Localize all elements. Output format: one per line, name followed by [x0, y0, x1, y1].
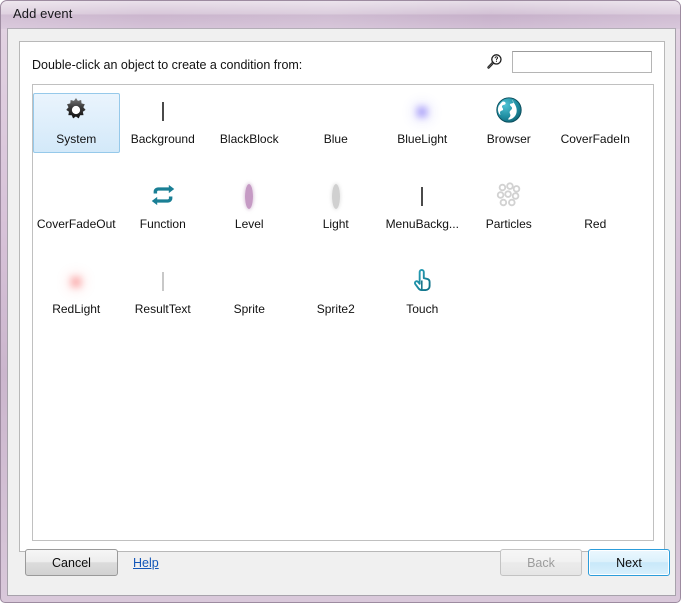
- object-item-browser[interactable]: Browser: [466, 93, 553, 153]
- object-item-label: Blue: [323, 132, 348, 146]
- object-icon-wrap: [380, 265, 465, 299]
- back-button[interactable]: Back: [500, 549, 582, 576]
- title-bar: Add event: [1, 1, 680, 29]
- object-item-label: RedLight: [52, 302, 101, 316]
- object-item-bluelight[interactable]: BlueLight: [379, 93, 466, 153]
- object-icon-wrap: [207, 265, 292, 299]
- cancel-button[interactable]: Cancel: [25, 549, 118, 576]
- object-icon-wrap: [553, 95, 638, 129]
- object-icon-wrap: [121, 95, 206, 129]
- object-icon-wrap: [34, 265, 119, 299]
- object-item-menubackg[interactable]: MenuBackg...: [379, 178, 466, 238]
- dialog-body: Double-click an object to create a condi…: [7, 28, 676, 596]
- object-item-coverfadein[interactable]: CoverFadeIn: [552, 93, 639, 153]
- object-item-particles[interactable]: Particles: [466, 178, 553, 238]
- dialog-window: Add event Double-click an object to crea…: [0, 0, 681, 603]
- object-item-level[interactable]: Level: [206, 178, 293, 238]
- noise-texture-icon: [421, 187, 424, 206]
- object-item-label: Sprite2: [316, 302, 355, 316]
- object-row: RedLight ResultText Sprite Sprite2 Touch: [33, 261, 653, 346]
- object-icon-wrap: [467, 95, 552, 129]
- purple-ring-icon: [245, 184, 254, 209]
- object-item-resulttext[interactable]: ResultText: [120, 263, 207, 323]
- object-item-label: BlackBlock: [219, 132, 279, 146]
- object-icon-wrap: [34, 180, 119, 214]
- particles-icon: [494, 180, 524, 215]
- object-item-light[interactable]: Light: [293, 178, 380, 238]
- object-item-sprite2[interactable]: Sprite2: [293, 263, 380, 323]
- object-item-label: Red: [584, 217, 607, 231]
- object-item-blue[interactable]: Blue: [293, 93, 380, 153]
- object-item-redlight[interactable]: RedLight: [33, 263, 120, 323]
- object-item-label: Light: [322, 217, 349, 231]
- object-icon-wrap: [553, 180, 638, 214]
- object-item-label: CoverFadeIn: [560, 132, 630, 146]
- search-input[interactable]: [512, 51, 652, 73]
- object-item-label: Background: [130, 132, 195, 146]
- object-icon-wrap: [121, 265, 206, 299]
- object-icon-wrap: [121, 180, 206, 214]
- object-item-system[interactable]: System: [33, 93, 120, 153]
- object-icon-wrap: [207, 95, 292, 129]
- object-item-sprite[interactable]: Sprite: [206, 263, 293, 323]
- object-grid: System Background BlackBlock Blue BlueLight B…: [33, 85, 653, 346]
- object-item-touch[interactable]: Touch: [379, 263, 466, 323]
- loop-arrows-icon: [148, 180, 178, 215]
- object-icon-wrap: [294, 95, 379, 129]
- gear-icon: [61, 95, 91, 130]
- object-icon-wrap: [380, 95, 465, 129]
- object-item-label: ResultText: [134, 302, 191, 316]
- object-item-label: Touch: [406, 302, 439, 316]
- object-item-label: System: [56, 132, 97, 146]
- object-item-background[interactable]: Background: [120, 93, 207, 153]
- text-document-icon: [161, 272, 164, 291]
- object-item-label: Function: [139, 217, 186, 231]
- globe-icon: [494, 95, 524, 130]
- object-item-coverfadeout[interactable]: CoverFadeOut: [33, 178, 120, 238]
- pointing-hand-icon: [407, 265, 437, 300]
- object-item-label: MenuBackg...: [385, 217, 459, 231]
- object-item-label: CoverFadeOut: [36, 217, 116, 231]
- object-row: CoverFadeOut Function Level Light MenuBackg.…: [33, 176, 653, 261]
- object-icon-wrap: [294, 180, 379, 214]
- object-item-function[interactable]: Function: [120, 178, 207, 238]
- help-link[interactable]: Help: [133, 556, 159, 570]
- object-list[interactable]: System Background BlackBlock Blue BlueLight B…: [32, 84, 654, 541]
- search-area: [486, 51, 652, 73]
- object-icon-wrap: [34, 95, 119, 129]
- window-title: Add event: [13, 6, 73, 21]
- button-bar: Cancel Help Back Next: [8, 529, 675, 595]
- object-item-label: BlueLight: [397, 132, 448, 146]
- content-panel: Double-click an object to create a condi…: [19, 41, 665, 552]
- object-row: System Background BlackBlock Blue BlueLight B…: [33, 91, 653, 176]
- object-item-label: Particles: [485, 217, 532, 231]
- object-item-red[interactable]: Red: [552, 178, 639, 238]
- search-help-icon: [486, 53, 504, 71]
- gray-ring-icon: [331, 184, 340, 209]
- object-icon-wrap: [207, 180, 292, 214]
- object-icon-wrap: [467, 180, 552, 214]
- object-item-blackblock[interactable]: BlackBlock: [206, 93, 293, 153]
- object-icon-wrap: [294, 265, 379, 299]
- object-item-label: Browser: [486, 132, 531, 146]
- object-icon-wrap: [380, 180, 465, 214]
- object-item-label: Sprite: [233, 302, 265, 316]
- next-button[interactable]: Next: [588, 549, 670, 576]
- noise-texture-icon: [161, 102, 164, 121]
- instruction-text: Double-click an object to create a condi…: [32, 58, 303, 72]
- object-item-label: Level: [234, 217, 264, 231]
